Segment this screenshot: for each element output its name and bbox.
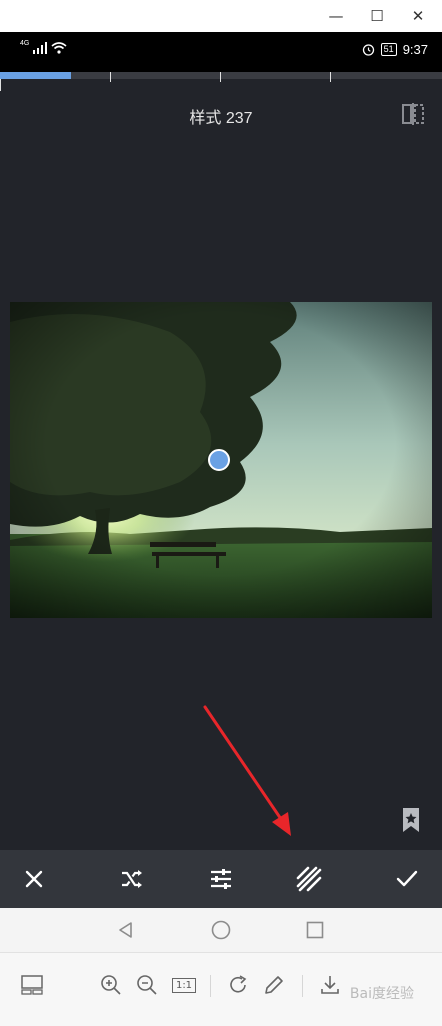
alarm-icon [362, 44, 374, 56]
zoom-out-button[interactable] [133, 971, 161, 999]
android-navigation-bar [0, 908, 442, 952]
nav-recents-button[interactable] [295, 908, 335, 952]
phone-screen: 4G 51 9:37 样式 237 [0, 32, 442, 908]
zoom-out-icon [137, 975, 157, 995]
check-icon [396, 870, 418, 887]
actual-size-label: 1:1 [171, 977, 197, 993]
layout-icon [21, 975, 43, 995]
pencil-icon [265, 976, 283, 994]
watermark: Bai度经验 [349, 986, 414, 1002]
toolbar-separator [210, 975, 211, 997]
download-icon [321, 976, 339, 994]
compare-icon[interactable] [400, 101, 426, 127]
bookmark-star-icon[interactable] [401, 808, 421, 832]
progress-fill [0, 72, 71, 79]
style-progress-bar [0, 72, 442, 82]
window-titlebar: — ☐ ✕ [0, 0, 442, 32]
nav-back-button[interactable] [106, 908, 146, 952]
rotate-icon [230, 975, 247, 993]
cancel-button[interactable] [9, 850, 59, 908]
rotate-button[interactable] [224, 971, 252, 999]
minimize-button[interactable]: — [316, 0, 356, 32]
edit-button[interactable] [260, 971, 288, 999]
signal-icon [33, 42, 48, 54]
progress-divider [330, 72, 331, 82]
stripes-icon [296, 866, 322, 892]
editor-toolbar [0, 850, 442, 908]
shuffle-icon [122, 870, 142, 888]
circle-home-icon [211, 920, 231, 940]
close-icon [25, 870, 43, 888]
confirm-button[interactable] [382, 850, 432, 908]
photo-preview[interactable] [10, 302, 432, 618]
sliders-icon [211, 869, 231, 889]
thumbnail-view-button[interactable] [18, 971, 46, 999]
download-button[interactable] [316, 971, 344, 999]
clock: 9:37 [402, 42, 428, 57]
battery-indicator: 51 [380, 43, 397, 56]
network-label: 4G [20, 39, 30, 47]
zoom-in-button[interactable] [97, 971, 125, 999]
progress-divider [220, 72, 221, 82]
triangle-back-icon [119, 922, 132, 938]
status-bar: 4G 51 9:37 [0, 32, 442, 72]
wifi-icon [51, 42, 67, 54]
style-title: 样式 237 [189, 110, 253, 127]
maximize-button[interactable]: ☐ [357, 0, 397, 32]
square-recents-icon [306, 921, 324, 939]
close-window-button[interactable]: ✕ [398, 0, 438, 32]
progress-divider [110, 72, 111, 82]
actual-size-button[interactable]: 1:1 [170, 971, 198, 999]
progress-divider [0, 79, 1, 91]
adjust-button[interactable] [196, 850, 246, 908]
zoom-in-icon [101, 975, 121, 995]
random-style-button[interactable] [107, 850, 157, 908]
nav-home-button[interactable] [201, 908, 241, 952]
toolbar-separator [302, 975, 303, 997]
texture-button[interactable] [284, 850, 334, 908]
viewer-toolbar: 1:1 Bai度经验 [0, 952, 442, 1026]
focus-point-handle[interactable] [208, 449, 230, 471]
